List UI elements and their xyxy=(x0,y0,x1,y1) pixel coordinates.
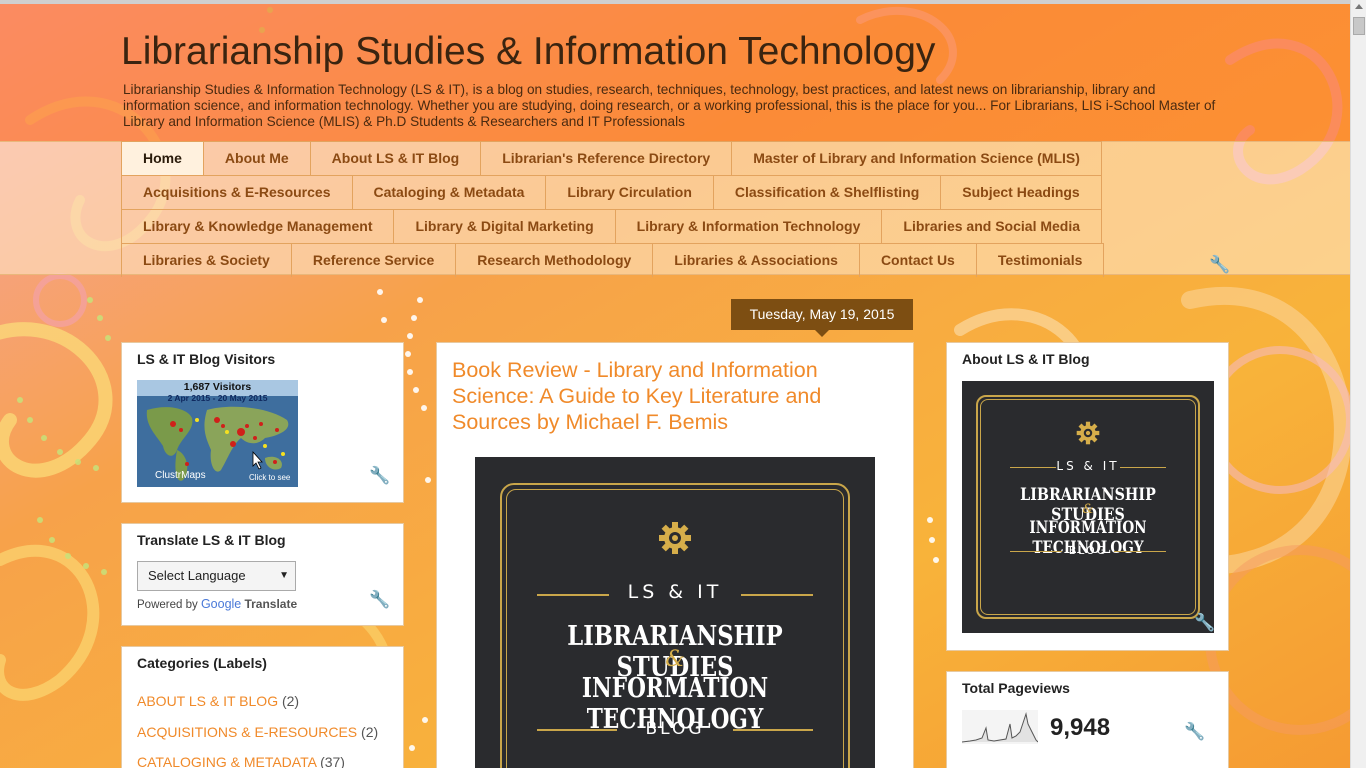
nav-tab-information-technology[interactable]: Library & Information Technology xyxy=(615,209,883,243)
about-blog-widget: About LS & IT Blog LS & IT LIBRARIANSHIP… xyxy=(946,342,1229,651)
nav-tab-contact-us[interactable]: Contact Us xyxy=(859,243,977,277)
category-count: (2) xyxy=(281,693,300,709)
dropdown-arrow-icon: ▼ xyxy=(279,570,289,581)
nav-row-3: Library & Knowledge Management Library &… xyxy=(121,209,1103,243)
category-count: (2) xyxy=(361,724,379,740)
pageviews-count: 9,948 xyxy=(1050,714,1111,741)
gear-icon xyxy=(659,522,691,554)
nav-tab-acquisitions[interactable]: Acquisitions & E-Resources xyxy=(121,175,353,209)
nav-row-1: Home About Me About LS & IT Blog Librari… xyxy=(121,141,1102,175)
powered-by-google-translate: Powered by Google Translate xyxy=(137,597,297,611)
post-logo-image[interactable]: LS & IT LIBRARIANSHIP STUDIES & INFORMAT… xyxy=(475,457,875,768)
nav-tab-reference-service[interactable]: Reference Service xyxy=(291,243,457,277)
post-title-link[interactable]: Book Review - Library and Information Sc… xyxy=(452,357,872,435)
gear-icon xyxy=(1076,421,1100,445)
logo-ampersand: & xyxy=(1082,502,1094,517)
wrench-icon[interactable]: 🔧 xyxy=(369,590,390,610)
language-select-value: Select Language xyxy=(148,568,246,583)
nav-row-2: Acquisitions & E-Resources Cataloging & … xyxy=(121,175,1102,209)
category-item[interactable]: ABOUT LS & IT BLOG (2) xyxy=(137,693,299,709)
logo-blog: BLOG xyxy=(1068,544,1108,557)
nav-tab-associations[interactable]: Libraries & Associations xyxy=(653,243,860,277)
clustrmaps-globe-map-icon[interactable]: 1,687 Visitors 2 Apr 2015 - 20 May 2015 … xyxy=(137,380,298,487)
about-logo-image[interactable]: LS & IT LIBRARIANSHIP STUDIES & INFORMAT… xyxy=(962,381,1214,633)
clustrmaps-brand: ClustrMaps xyxy=(155,470,206,481)
wrench-icon[interactable]: 🔧 xyxy=(369,466,390,486)
about-blog-widget-title: About LS & IT Blog xyxy=(962,351,1090,367)
category-count: (37) xyxy=(320,754,345,768)
nav-tab-classification[interactable]: Classification & Shelflisting xyxy=(713,175,942,209)
scrollbar-thumb[interactable] xyxy=(1353,17,1365,35)
logo-ampersand: & xyxy=(665,647,685,672)
nav-tab-testimonials[interactable]: Testimonials xyxy=(976,243,1105,277)
blog-post: Book Review - Library and Information Sc… xyxy=(436,342,914,768)
blog-header: Librarianship Studies & Information Tech… xyxy=(0,4,1350,141)
translate-widget-title: Translate LS & IT Blog xyxy=(137,532,286,548)
wrench-icon[interactable]: 🔧 xyxy=(1209,255,1230,275)
logo-blog: BLOG xyxy=(645,719,705,739)
nav-tab-subject-headings[interactable]: Subject Headings xyxy=(941,175,1102,209)
google-logo[interactable]: Google xyxy=(201,597,241,611)
nav-tab-mlis[interactable]: Master of Library and Information Scienc… xyxy=(732,141,1102,175)
pageviews-widget: Total Pageviews 9,948 🔧 xyxy=(946,671,1229,768)
category-link[interactable]: ACQUISITIONS & E-RESOURCES xyxy=(137,724,357,740)
logo-lsit: LS & IT xyxy=(627,581,723,603)
nav-tab-about-me[interactable]: About Me xyxy=(203,141,311,175)
page-navigation: Home About Me About LS & IT Blog Librari… xyxy=(0,141,1350,277)
scroll-up-arrow-icon[interactable] xyxy=(1355,4,1363,9)
sparkline-icon xyxy=(962,710,1038,744)
clustrmaps-click-to-see: Click to see xyxy=(249,473,291,482)
window-top-border xyxy=(0,0,1350,4)
nav-tab-home[interactable]: Home xyxy=(121,141,204,175)
language-select[interactable]: Select Language ▼ xyxy=(137,561,296,591)
nav-tab-circulation[interactable]: Library Circulation xyxy=(546,175,714,209)
visitors-widget-title: LS & IT Blog Visitors xyxy=(137,351,276,367)
visitor-date-range: 2 Apr 2015 - 20 May 2015 xyxy=(167,393,268,403)
visitor-count: 1,687 Visitors xyxy=(183,381,252,393)
wrench-icon[interactable]: 🔧 xyxy=(1184,722,1205,742)
category-item[interactable]: ACQUISITIONS & E-RESOURCES (2) xyxy=(137,724,378,740)
logo-lsit: LS & IT xyxy=(1056,459,1120,473)
translate-widget: Translate LS & IT Blog Select Language ▼… xyxy=(121,523,404,626)
nav-row-4: Libraries & Society Reference Service Re… xyxy=(121,243,1105,277)
nav-tab-reference-directory[interactable]: Librarian's Reference Directory xyxy=(481,141,733,175)
translate-link[interactable]: Translate xyxy=(244,597,297,611)
nav-tab-knowledge-management[interactable]: Library & Knowledge Management xyxy=(121,209,395,243)
nav-tab-digital-marketing[interactable]: Library & Digital Marketing xyxy=(394,209,616,243)
blog-title[interactable]: Librarianship Studies & Information Tech… xyxy=(121,30,935,74)
powered-by-label: Powered by xyxy=(137,599,198,611)
visitors-widget: LS & IT Blog Visitors 1,687 Visitors 2 A… xyxy=(121,342,404,503)
blog-description: Librarianship Studies & Information Tech… xyxy=(123,82,1216,129)
nav-tab-social-media[interactable]: Libraries and Social Media xyxy=(882,209,1103,243)
categories-widget: Categories (Labels) ABOUT LS & IT BLOG (… xyxy=(121,646,404,768)
category-item[interactable]: CATALOGING & METADATA (37) xyxy=(137,754,345,768)
nav-tab-research-methodology[interactable]: Research Methodology xyxy=(456,243,654,277)
nav-tab-about-blog[interactable]: About LS & IT Blog xyxy=(310,141,482,175)
categories-widget-title: Categories (Labels) xyxy=(137,655,267,671)
nav-tab-cataloging[interactable]: Cataloging & Metadata xyxy=(352,175,547,209)
wrench-icon[interactable]: 🔧 xyxy=(1194,613,1215,633)
nav-tab-society[interactable]: Libraries & Society xyxy=(121,243,292,277)
vertical-scrollbar[interactable] xyxy=(1350,0,1366,768)
pageviews-widget-title: Total Pageviews xyxy=(962,680,1070,696)
post-date-header: Tuesday, May 19, 2015 xyxy=(731,299,913,337)
category-link[interactable]: ABOUT LS & IT BLOG xyxy=(137,693,278,709)
category-link[interactable]: CATALOGING & METADATA xyxy=(137,754,316,768)
